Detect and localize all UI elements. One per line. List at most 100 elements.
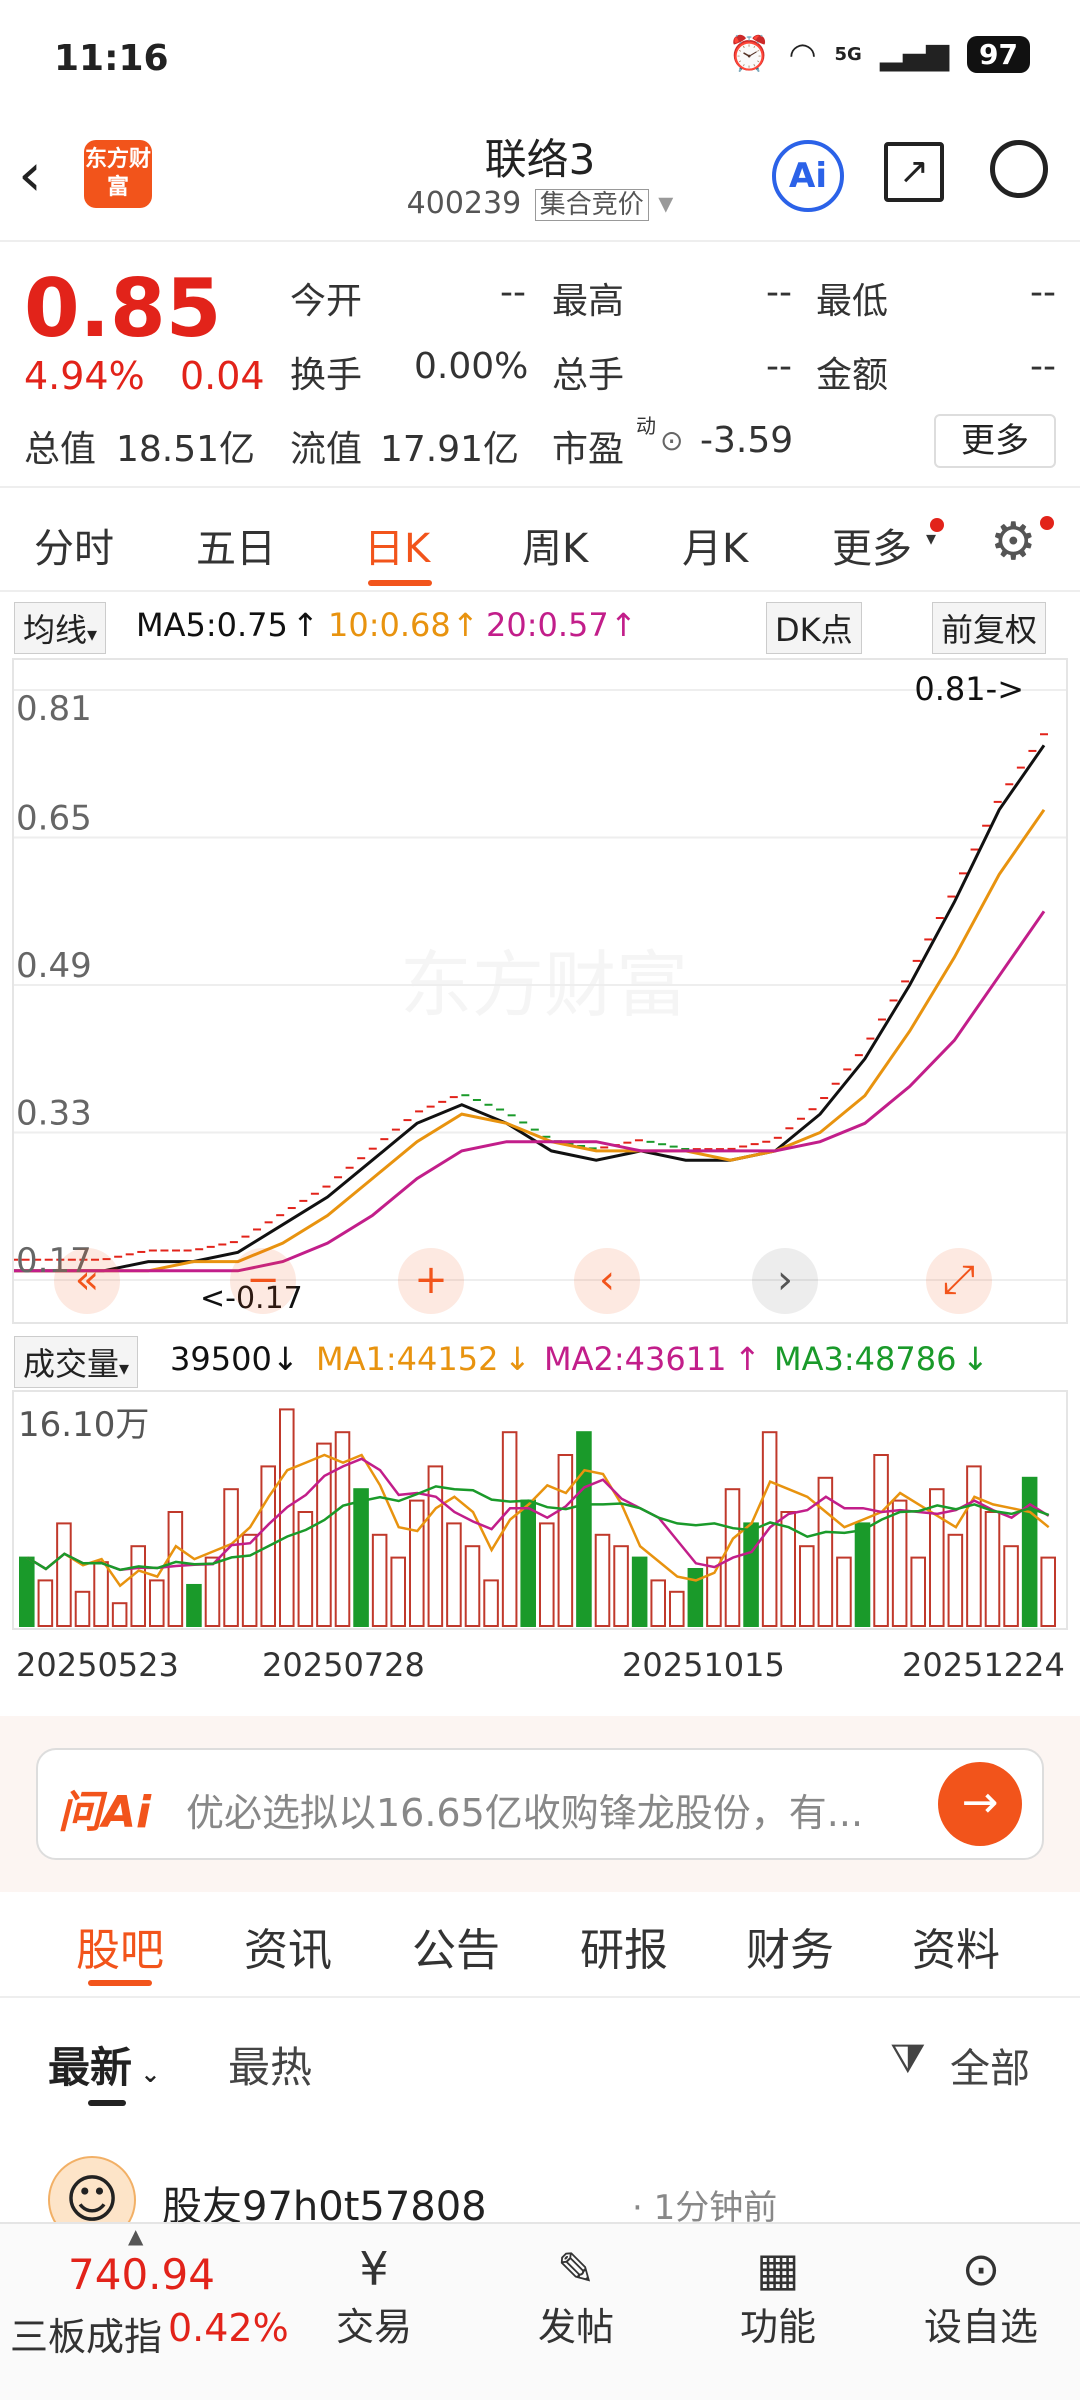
- candle-mark: [229, 1241, 238, 1244]
- candle-mark: [415, 1110, 424, 1113]
- volume-bar: [130, 1545, 147, 1627]
- candle-mark: [924, 938, 933, 941]
- ai-button[interactable]: Ai: [772, 140, 844, 212]
- tab-monthly-k[interactable]: 月K: [682, 516, 748, 574]
- tab-five-day[interactable]: 五日: [196, 516, 276, 574]
- tab-weekly-k[interactable]: 周K: [522, 516, 588, 574]
- candle-mark: [253, 1228, 262, 1231]
- kline-chart[interactable]: 东方财富 0.81 0.65 0.49 0.33 0.17 0.81-> <-0.17 « …: [12, 658, 1068, 1324]
- candle-mark: [206, 1245, 215, 1248]
- scroll-left-icon[interactable]: ‹: [574, 1248, 640, 1314]
- candle-mark: [322, 1185, 331, 1188]
- nav-trade[interactable]: ¥ 交易: [330, 2242, 418, 2351]
- candle-mark: [958, 872, 967, 875]
- candle-mark: [1016, 766, 1025, 769]
- zoom-out-icon[interactable]: −: [230, 1248, 296, 1314]
- feed-filter-all[interactable]: 全部: [950, 2036, 1030, 2094]
- date-label-1: 20250523: [16, 1646, 179, 1684]
- candle-mark: [762, 1140, 771, 1143]
- volume-legend: 成交量▾ 39500 ↓ MA1:44152 ↓ MA2:43611 ↑ MA3…: [0, 1330, 1080, 1388]
- tab-news[interactable]: 资讯: [244, 1914, 332, 1978]
- tab-announcements[interactable]: 公告: [412, 1914, 500, 1978]
- candle-mark: [982, 824, 991, 827]
- tab-profile[interactable]: 资料: [912, 1914, 1000, 1978]
- candle-mark: [137, 1250, 146, 1253]
- nav-functions[interactable]: ▦ 功能: [734, 2242, 822, 2351]
- volume-bar: [464, 1545, 481, 1627]
- vol-ma3-arrow-icon: ↓: [962, 1340, 989, 1378]
- tab-intraday[interactable]: 分时: [34, 516, 114, 574]
- ask-ai-bar[interactable]: 问Ai 优必选拟以16.65亿收购锋龙股份，有... →: [36, 1748, 1044, 1860]
- tab-research[interactable]: 研报: [580, 1914, 668, 1978]
- dk-point-selector[interactable]: DK点: [766, 602, 862, 654]
- zoom-in-icon[interactable]: +: [398, 1248, 464, 1314]
- candle-mark: [114, 1255, 123, 1258]
- ask-ai-send-icon[interactable]: →: [938, 1762, 1022, 1846]
- nav-post-label: 发帖: [537, 2305, 614, 2349]
- pe-info-icon[interactable]: ⊙: [660, 424, 683, 457]
- index-value[interactable]: 740.94: [68, 2250, 215, 2299]
- candle-mark: [750, 1143, 759, 1146]
- amount-value: --: [1030, 346, 1056, 387]
- candle-mark: [449, 1096, 458, 1099]
- high-value: --: [766, 272, 792, 313]
- settings-icon[interactable]: ⚙: [990, 512, 1037, 572]
- filter-icon[interactable]: ⧩: [890, 2036, 926, 2082]
- scroll-right-icon[interactable]: ›: [752, 1248, 818, 1314]
- feed-latest[interactable]: 最新 ⌄: [48, 2034, 160, 2095]
- tab-more[interactable]: 更多: [832, 516, 912, 574]
- ma-selector[interactable]: 均线▾: [14, 602, 107, 654]
- open-value: --: [500, 272, 526, 313]
- volume-selector[interactable]: 成交量▾: [14, 1336, 139, 1388]
- candle-mark: [993, 800, 1002, 803]
- pe-value: -3.59: [700, 420, 794, 461]
- ma-line-10: [14, 808, 1046, 1273]
- candle-mark: [310, 1192, 319, 1195]
- price-adjust-selector[interactable]: 前复权: [932, 602, 1047, 654]
- volume-bar: [929, 1488, 945, 1627]
- candle-mark: [623, 1141, 632, 1144]
- tab-guba[interactable]: 股吧: [76, 1914, 164, 1978]
- nav-post[interactable]: ✎ 发帖: [532, 2242, 620, 2351]
- candle-mark: [264, 1221, 273, 1224]
- low-label: 最低: [816, 281, 889, 322]
- candle-mark: [426, 1105, 435, 1108]
- search-icon[interactable]: [990, 140, 1048, 198]
- volume-bar: [1021, 1476, 1038, 1627]
- fullscreen-icon[interactable]: ⤢: [926, 1248, 992, 1314]
- volume-bar: [37, 1579, 54, 1627]
- candle-mark: [438, 1100, 447, 1103]
- candle-mark: [773, 1136, 782, 1139]
- share-icon[interactable]: ↗: [884, 142, 944, 202]
- change-pct: 4.94%: [24, 354, 145, 398]
- volume-bar: [149, 1579, 165, 1627]
- adjust-label: 前复权: [941, 611, 1038, 649]
- open-label: 今开: [290, 281, 363, 322]
- tab-daily-k[interactable]: 日K: [364, 516, 430, 574]
- y-tick-label: 0.33: [16, 1094, 92, 1134]
- tab-financials[interactable]: 财务: [746, 1914, 834, 1978]
- volume-bar: [539, 1522, 555, 1627]
- float-label: 流值: [290, 429, 363, 470]
- volume-bar: [241, 1533, 258, 1627]
- candle-mark: [889, 999, 898, 1002]
- dk-label: DK点: [775, 611, 853, 649]
- volume-bar: [984, 1511, 1001, 1627]
- feed-hot[interactable]: 最热: [228, 2034, 312, 2095]
- candle-mark: [276, 1214, 285, 1217]
- candle-mark: [125, 1253, 134, 1256]
- status-time: 11:16: [54, 38, 169, 79]
- scroll-start-icon[interactable]: «: [54, 1248, 120, 1314]
- nav-watchlist[interactable]: ⊙ 设自选: [916, 2242, 1046, 2351]
- candle-mark: [634, 1139, 643, 1142]
- date-label-4: 20251224: [902, 1646, 1065, 1684]
- more-button[interactable]: 更多: [934, 414, 1056, 468]
- nav-trade-label: 交易: [335, 2305, 412, 2349]
- y-tick-label: 0.65: [16, 799, 92, 839]
- turnover-label: 换手: [290, 355, 363, 396]
- candle-mark: [496, 1108, 505, 1111]
- candle-mark: [218, 1243, 227, 1246]
- vol-ma3: MA3:48786: [774, 1340, 957, 1378]
- volume-chart[interactable]: 16.10万: [12, 1390, 1068, 1630]
- candle-mark: [600, 1146, 609, 1149]
